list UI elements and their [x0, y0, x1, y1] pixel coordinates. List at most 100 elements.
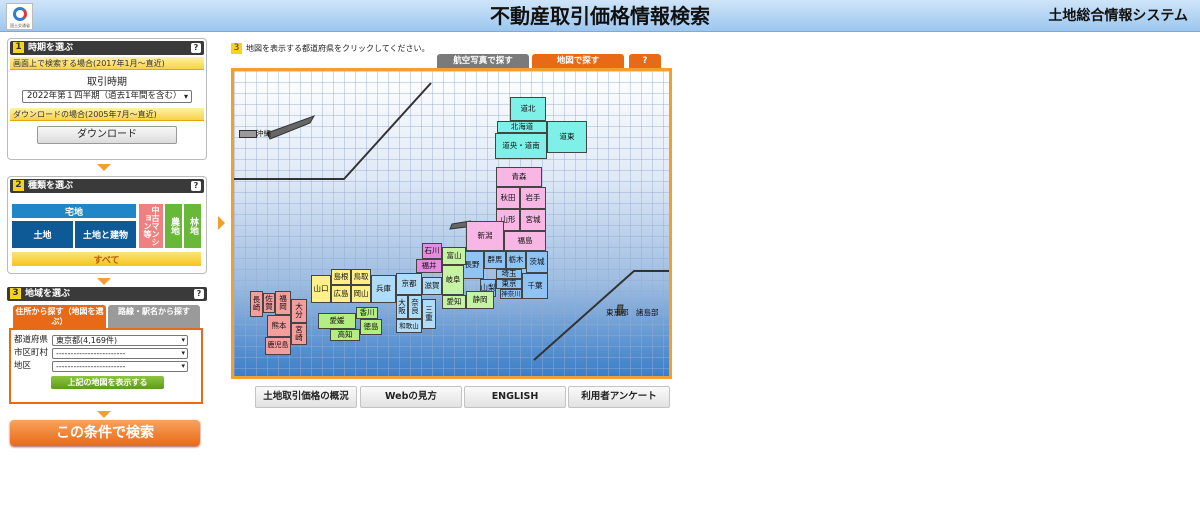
- step2-panel: 2 種類を選ぶ ? 宅地 土地 土地と建物 中古マンション等 農地 林地 すべて: [7, 176, 207, 274]
- period-label: 取引時期: [87, 77, 127, 88]
- download-button[interactable]: ダウンロード: [37, 126, 177, 144]
- pref-iwate[interactable]: 岩手: [520, 187, 546, 209]
- type-residential-button[interactable]: 宅地: [12, 204, 136, 218]
- type-farmland-button[interactable]: 農地: [165, 204, 182, 248]
- howto-link[interactable]: Webの見方: [360, 386, 462, 408]
- map-instruction-text: 地図を表示する都道府県をクリックしてください。: [246, 44, 430, 53]
- tab-map[interactable]: 地図で探す: [532, 54, 624, 69]
- pref-shimane[interactable]: 島根: [331, 269, 351, 285]
- pref-chiba[interactable]: 千葉: [522, 273, 548, 299]
- pref-tokyo[interactable]: 東京: [496, 279, 522, 289]
- pref-kanagawa[interactable]: 神奈川: [500, 289, 522, 299]
- map-step-number: 3: [231, 43, 242, 54]
- pref-tottori[interactable]: 鳥取: [351, 269, 371, 285]
- pref-fukushima[interactable]: 福島: [504, 231, 546, 251]
- pref-kumamoto[interactable]: 熊本: [267, 315, 291, 337]
- pref-fukuoka[interactable]: 福岡: [275, 291, 291, 315]
- pref-doto[interactable]: 道東: [547, 121, 587, 153]
- chevron-down-icon: ▾: [181, 362, 185, 370]
- type-forest-button[interactable]: 林地: [184, 204, 201, 248]
- pref-nara[interactable]: 奈良: [408, 295, 422, 319]
- tab-aerial-photo[interactable]: 航空写真で探す: [437, 54, 529, 69]
- pref-okinawa-label[interactable]: 沖縄: [256, 128, 271, 139]
- pref-okayama[interactable]: 岡山: [351, 285, 371, 303]
- help-icon[interactable]: ?: [191, 181, 201, 191]
- map-help-icon[interactable]: ?: [629, 54, 661, 69]
- tab-search-by-address[interactable]: 住所から探す（地図を選ぶ）: [13, 305, 106, 328]
- pref-kagoshima[interactable]: 鹿児島: [265, 337, 291, 355]
- step3-panel: 3 地域を選ぶ ? 住所から探す（地図を選ぶ） 路線・駅名から探す 都道府県 東京…: [7, 287, 207, 409]
- pref-shizuoka[interactable]: 静岡: [466, 291, 494, 309]
- step1-header: 1 時期を選ぶ ?: [10, 41, 204, 55]
- pref-hiroshima[interactable]: 広島: [331, 285, 351, 303]
- pref-saitama[interactable]: 埼玉: [496, 269, 522, 279]
- pref-miyazaki[interactable]: 宮崎: [291, 323, 307, 345]
- region-form: 都道府県 東京都(4,169件) ▾ 市区町村 ----------------…: [9, 328, 203, 404]
- search-button[interactable]: この条件で検索: [10, 420, 200, 446]
- pref-gunma[interactable]: 群馬: [484, 251, 506, 269]
- district-select[interactable]: ------------------------ ▾: [52, 361, 188, 372]
- pref-kagawa[interactable]: 香川: [356, 307, 378, 319]
- district-label: 地区: [14, 361, 32, 371]
- pref-ibaraki[interactable]: 茨城: [526, 251, 548, 273]
- prefecture-select[interactable]: 東京都(4,169件) ▾: [52, 335, 188, 346]
- pref-hokkaido[interactable]: 北海道: [497, 121, 547, 133]
- type-mansion-button[interactable]: 中古マンション等: [139, 204, 163, 248]
- arrow-down-icon: [97, 411, 111, 418]
- pref-wakayama[interactable]: 和歌山: [396, 319, 422, 333]
- pref-niigata[interactable]: 新潟: [466, 221, 504, 251]
- pref-tochigi[interactable]: 栃木: [506, 251, 526, 269]
- pref-kyoto[interactable]: 京都: [396, 273, 422, 295]
- pref-toyama[interactable]: 富山: [442, 247, 466, 265]
- pref-osaka[interactable]: 大阪: [396, 295, 408, 319]
- pref-ehime[interactable]: 愛媛: [318, 313, 356, 329]
- type-all-button[interactable]: すべて: [12, 252, 201, 266]
- step2-number: 2: [13, 180, 24, 191]
- city-label: 市区町村: [14, 348, 49, 358]
- city-select[interactable]: ------------------------ ▾: [52, 348, 188, 359]
- arrow-right-icon: [218, 216, 225, 230]
- pref-okinawa[interactable]: [239, 130, 257, 138]
- pref-tokushima[interactable]: 徳島: [360, 319, 382, 335]
- pref-hyogo[interactable]: 兵庫: [371, 275, 396, 303]
- japan-map: 沖縄 道北 北海道 道央・道南 道東 青森 秋田 岩手 山形 宮城 福島 新潟 …: [231, 68, 672, 379]
- pref-fukui[interactable]: 福井: [416, 259, 442, 273]
- overview-link[interactable]: 土地取引価格の概況: [255, 386, 357, 408]
- step3-number: 3: [10, 288, 21, 299]
- pref-yamaguchi[interactable]: 山口: [311, 275, 331, 303]
- help-icon[interactable]: ?: [194, 289, 204, 299]
- pref-ishikawa[interactable]: 石川: [422, 243, 442, 259]
- help-icon[interactable]: ?: [191, 43, 201, 53]
- pref-gifu[interactable]: 岐阜: [442, 265, 464, 295]
- chevron-down-icon: ▾: [183, 92, 188, 101]
- type-land-button[interactable]: 土地: [12, 221, 73, 248]
- pref-aomori[interactable]: 青森: [496, 167, 542, 187]
- pref-mie[interactable]: 三重: [422, 299, 436, 329]
- step2-title: 種類を選ぶ: [28, 181, 74, 191]
- pref-doou[interactable]: 道央・道南: [495, 133, 547, 159]
- pref-dohoku[interactable]: 道北: [510, 97, 546, 121]
- show-map-button[interactable]: 上記の地図を表示する: [51, 376, 164, 389]
- pref-shiga[interactable]: 滋賀: [422, 277, 442, 295]
- english-link[interactable]: ENGLISH: [464, 386, 566, 408]
- pref-oita[interactable]: 大分: [291, 299, 307, 323]
- step2-header: 2 種類を選ぶ ?: [10, 179, 204, 193]
- chevron-down-icon: ▾: [181, 349, 185, 357]
- map-background: 沖縄 道北 北海道 道央・道南 道東 青森 秋田 岩手 山形 宮城 福島 新潟 …: [234, 71, 669, 376]
- screen-search-band: 画面上で検索する場合(2017年1月～直近): [10, 57, 204, 70]
- download-band: ダウンロードの場合(2005年7月～直近): [10, 108, 204, 121]
- pref-nagasaki[interactable]: 長崎: [250, 291, 263, 317]
- pref-akita[interactable]: 秋田: [496, 187, 520, 209]
- tab-search-by-route[interactable]: 路線・駅名から探す: [108, 305, 200, 328]
- type-land-building-button[interactable]: 土地と建物: [75, 221, 136, 248]
- step1-panel: 1 時期を選ぶ ? 画面上で検索する場合(2017年1月～直近) 取引時期 202…: [7, 38, 207, 160]
- pref-kochi[interactable]: 高知: [330, 329, 360, 341]
- pref-saga[interactable]: 佐賀: [263, 293, 275, 313]
- pref-aichi[interactable]: 愛知: [442, 295, 466, 309]
- step3-header: 3 地域を選ぶ ?: [7, 287, 207, 301]
- pref-miyagi[interactable]: 宮城: [520, 209, 546, 231]
- pref-tokyo-islands[interactable]: 東京都 諸島部: [606, 307, 659, 318]
- prefecture-label: 都道府県: [14, 335, 49, 345]
- period-select[interactable]: 2022年第１四半期（過去1年間を含む） ▾: [22, 90, 192, 103]
- survey-link[interactable]: 利用者アンケート: [568, 386, 670, 408]
